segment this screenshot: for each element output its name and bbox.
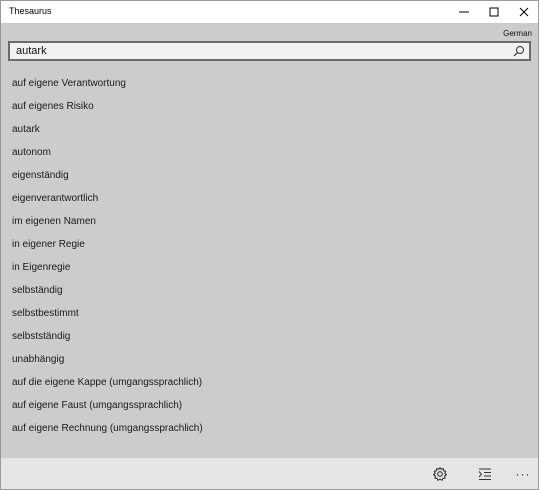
list-button[interactable] xyxy=(475,464,495,484)
result-item[interactable]: unabhängig xyxy=(1,348,538,371)
minimize-button[interactable] xyxy=(449,1,479,23)
app-window: Thesaurus German auf eigene Verantwortun… xyxy=(0,0,539,490)
results-list: auf eigene Verantwortung auf eigenes Ris… xyxy=(1,72,538,440)
result-item[interactable]: auf die eigene Kappe (umgangssprachlich) xyxy=(1,371,538,394)
result-item[interactable]: auf eigene Verantwortung xyxy=(1,72,538,95)
maximize-icon xyxy=(489,7,499,17)
result-item[interactable]: auf eigene Faust (umgangssprachlich) xyxy=(1,394,538,417)
result-item[interactable]: auf eigene Rechnung (umgangssprachlich) xyxy=(1,417,538,440)
close-button[interactable] xyxy=(509,1,539,23)
close-icon xyxy=(519,7,529,17)
settings-button[interactable] xyxy=(430,464,450,484)
result-item[interactable]: eigenverantwortlich xyxy=(1,187,538,210)
search-icon[interactable] xyxy=(513,45,525,57)
result-item[interactable]: auf eigenes Risiko xyxy=(1,95,538,118)
result-item[interactable]: in eigener Regie xyxy=(1,233,538,256)
minimize-icon xyxy=(459,11,469,13)
search-input[interactable] xyxy=(16,43,506,59)
result-item[interactable]: selbstständig xyxy=(1,325,538,348)
search-box[interactable] xyxy=(8,41,531,61)
result-item[interactable]: im eigenen Namen xyxy=(1,210,538,233)
title-bar[interactable]: Thesaurus xyxy=(1,1,538,23)
result-item[interactable]: selbstbestimmt xyxy=(1,302,538,325)
result-item[interactable]: selbständig xyxy=(1,279,538,302)
gear-icon xyxy=(433,466,447,481)
result-item[interactable]: in Eigenregie xyxy=(1,256,538,279)
bottom-app-bar: ··· xyxy=(1,458,538,489)
language-selector[interactable]: German xyxy=(503,29,532,38)
result-item[interactable]: eigenständig xyxy=(1,164,538,187)
list-indent-icon xyxy=(478,468,491,480)
result-item[interactable]: autonom xyxy=(1,141,538,164)
window-title: Thesaurus xyxy=(9,6,52,16)
more-icon: ··· xyxy=(515,467,531,481)
more-button[interactable]: ··· xyxy=(513,464,533,484)
maximize-button[interactable] xyxy=(479,1,509,23)
result-item[interactable]: autark xyxy=(1,118,538,141)
